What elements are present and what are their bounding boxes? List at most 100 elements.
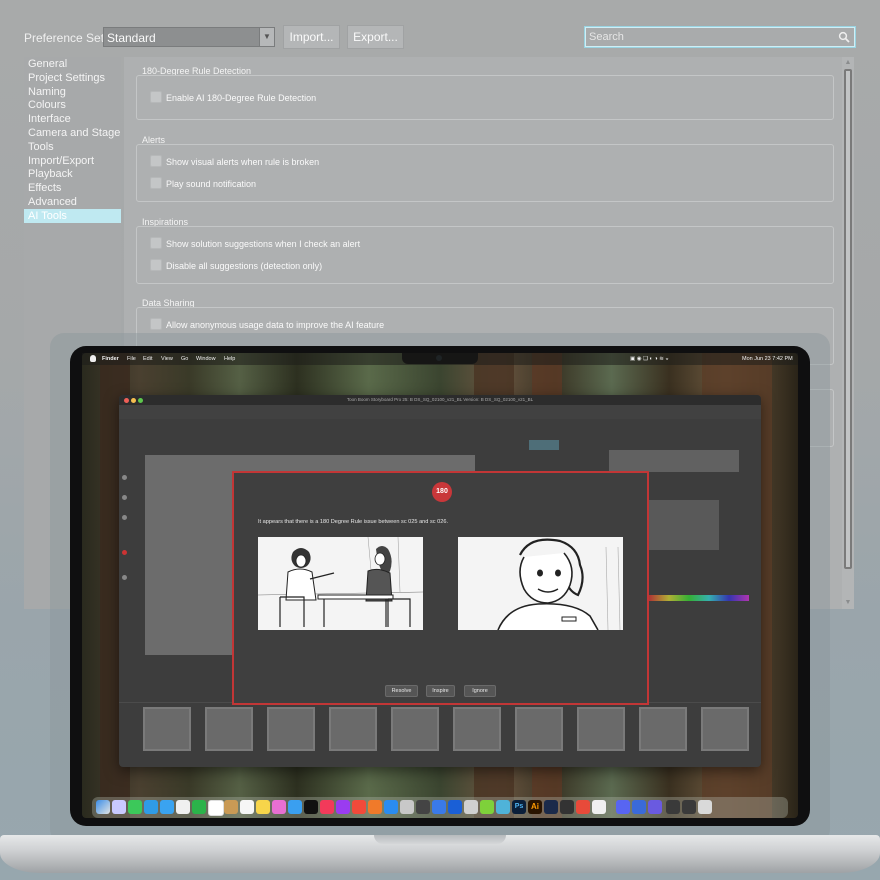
storyboard-panel-sc026 bbox=[458, 537, 623, 630]
checkbox[interactable] bbox=[150, 177, 162, 189]
sidebar-item-camera-and-stage[interactable]: Camera and Stage bbox=[24, 126, 121, 140]
books-icon[interactable] bbox=[368, 800, 382, 814]
menu-window[interactable]: Window bbox=[196, 356, 216, 362]
finder-icon[interactable] bbox=[96, 800, 110, 814]
tool-icon[interactable] bbox=[122, 495, 127, 500]
app-icon[interactable] bbox=[648, 800, 662, 814]
panel-thumbnail[interactable] bbox=[329, 707, 377, 751]
close-window-icon[interactable] bbox=[124, 398, 129, 403]
chevron-down-icon[interactable]: ▼ bbox=[259, 28, 274, 46]
podcasts-icon[interactable] bbox=[336, 800, 350, 814]
discord-icon[interactable] bbox=[616, 800, 630, 814]
photos-icon[interactable] bbox=[176, 800, 190, 814]
tool-icon[interactable] bbox=[122, 475, 127, 480]
tool-icon[interactable] bbox=[122, 575, 127, 580]
phone-icon[interactable] bbox=[464, 800, 478, 814]
panel-thumbnail[interactable] bbox=[515, 707, 563, 751]
messages-icon[interactable] bbox=[128, 800, 142, 814]
screen-time-icon[interactable] bbox=[416, 800, 430, 814]
calendar-icon[interactable] bbox=[208, 800, 224, 816]
panel-thumbnail[interactable] bbox=[639, 707, 687, 751]
checkbox[interactable] bbox=[150, 318, 162, 330]
facetime-icon[interactable] bbox=[192, 800, 206, 814]
system-settings-icon[interactable] bbox=[400, 800, 414, 814]
menu-go[interactable]: Go bbox=[181, 356, 188, 362]
sidebar-item-ai-tools[interactable]: AI Tools bbox=[24, 208, 121, 223]
news-icon[interactable] bbox=[352, 800, 366, 814]
preview-icon[interactable] bbox=[632, 800, 646, 814]
panel-thumbnail[interactable] bbox=[577, 707, 625, 751]
contacts-icon[interactable] bbox=[224, 800, 238, 814]
sidebar-item-import-export[interactable]: Import/Export bbox=[24, 154, 121, 168]
scrollbar-thumb[interactable] bbox=[844, 69, 852, 569]
music-icon[interactable] bbox=[320, 800, 334, 814]
figma-icon[interactable] bbox=[576, 800, 590, 814]
resolve-button[interactable]: Resolve bbox=[385, 685, 418, 697]
folder-icon[interactable] bbox=[682, 800, 696, 814]
sidebar-item-advanced[interactable]: Advanced bbox=[24, 195, 121, 209]
minimize-window-icon[interactable] bbox=[131, 398, 136, 403]
mail-icon[interactable] bbox=[144, 800, 158, 814]
app-icon[interactable] bbox=[496, 800, 510, 814]
checkbox[interactable] bbox=[150, 259, 162, 271]
maximize-window-icon[interactable] bbox=[138, 398, 143, 403]
apple-tv-icon[interactable] bbox=[304, 800, 318, 814]
panel-thumbnail[interactable] bbox=[143, 707, 191, 751]
menu-edit[interactable]: Edit bbox=[143, 356, 152, 362]
files-icon[interactable] bbox=[288, 800, 302, 814]
panel-thumbnail[interactable] bbox=[701, 707, 749, 751]
sidebar-item-interface[interactable]: Interface bbox=[24, 112, 121, 126]
app-icon[interactable] bbox=[560, 800, 574, 814]
sidebar-item-tools[interactable]: Tools bbox=[24, 140, 121, 154]
sidebar-item-effects[interactable]: Effects bbox=[24, 181, 121, 195]
panel-thumbnail[interactable] bbox=[453, 707, 501, 751]
folder-icon[interactable] bbox=[666, 800, 680, 814]
sidebar-item-naming[interactable]: Naming bbox=[24, 85, 121, 99]
panel-thumbnail[interactable] bbox=[391, 707, 439, 751]
storyboard-pro-icon[interactable] bbox=[480, 800, 494, 814]
checkbox-label: Show visual alerts when rule is broken bbox=[166, 157, 320, 167]
color-picker[interactable] bbox=[649, 595, 749, 601]
scroll-up-icon[interactable]: ▲ bbox=[843, 58, 853, 68]
content-scrollbar[interactable]: ▲ ▼ bbox=[842, 57, 854, 609]
tool-icon[interactable] bbox=[122, 515, 127, 520]
apple-icon[interactable] bbox=[90, 355, 96, 362]
panel-tab[interactable] bbox=[529, 440, 559, 450]
app-icon[interactable] bbox=[544, 800, 558, 814]
app-icon[interactable] bbox=[592, 800, 606, 814]
reminders-icon[interactable] bbox=[240, 800, 254, 814]
search-input[interactable] bbox=[589, 30, 819, 44]
zoom-icon[interactable] bbox=[448, 800, 462, 814]
search-icon[interactable] bbox=[838, 30, 850, 48]
photoshop-icon[interactable]: Ps bbox=[512, 800, 526, 814]
menu-app-name[interactable]: Finder bbox=[102, 356, 119, 362]
export-button[interactable]: Export... bbox=[347, 25, 404, 49]
tool-icon[interactable] bbox=[122, 550, 127, 555]
menu-file[interactable]: File bbox=[127, 356, 136, 362]
sidebar-item-colours[interactable]: Colours bbox=[24, 98, 121, 112]
sidebar-item-playback[interactable]: Playback bbox=[24, 167, 121, 181]
notes-icon[interactable] bbox=[256, 800, 270, 814]
menu-help[interactable]: Help bbox=[224, 356, 235, 362]
app-store-icon[interactable] bbox=[384, 800, 398, 814]
ignore-button[interactable]: Ignore bbox=[464, 685, 496, 697]
panel-thumbnail[interactable] bbox=[267, 707, 315, 751]
checkbox[interactable] bbox=[150, 237, 162, 249]
search-field[interactable] bbox=[585, 27, 855, 47]
chrome-icon[interactable] bbox=[432, 800, 446, 814]
illustrator-icon[interactable]: Ai bbox=[528, 800, 542, 814]
launchpad-icon[interactable] bbox=[112, 800, 126, 814]
menu-view[interactable]: View bbox=[161, 356, 173, 362]
scroll-down-icon[interactable]: ▼ bbox=[843, 598, 853, 608]
sidebar-item-project-settings[interactable]: Project Settings bbox=[24, 71, 121, 85]
sidebar-item-general[interactable]: General bbox=[24, 57, 121, 71]
freeform-icon[interactable] bbox=[272, 800, 286, 814]
inspire-button[interactable]: Inspire bbox=[426, 685, 455, 697]
checkbox[interactable] bbox=[150, 155, 162, 167]
preference-set-select[interactable]: Standard ▼ bbox=[103, 27, 275, 47]
trash-icon[interactable] bbox=[698, 800, 712, 814]
maps-icon[interactable] bbox=[160, 800, 174, 814]
panel-thumbnail[interactable] bbox=[205, 707, 253, 751]
checkbox[interactable] bbox=[150, 91, 162, 103]
import-button[interactable]: Import... bbox=[283, 25, 340, 49]
